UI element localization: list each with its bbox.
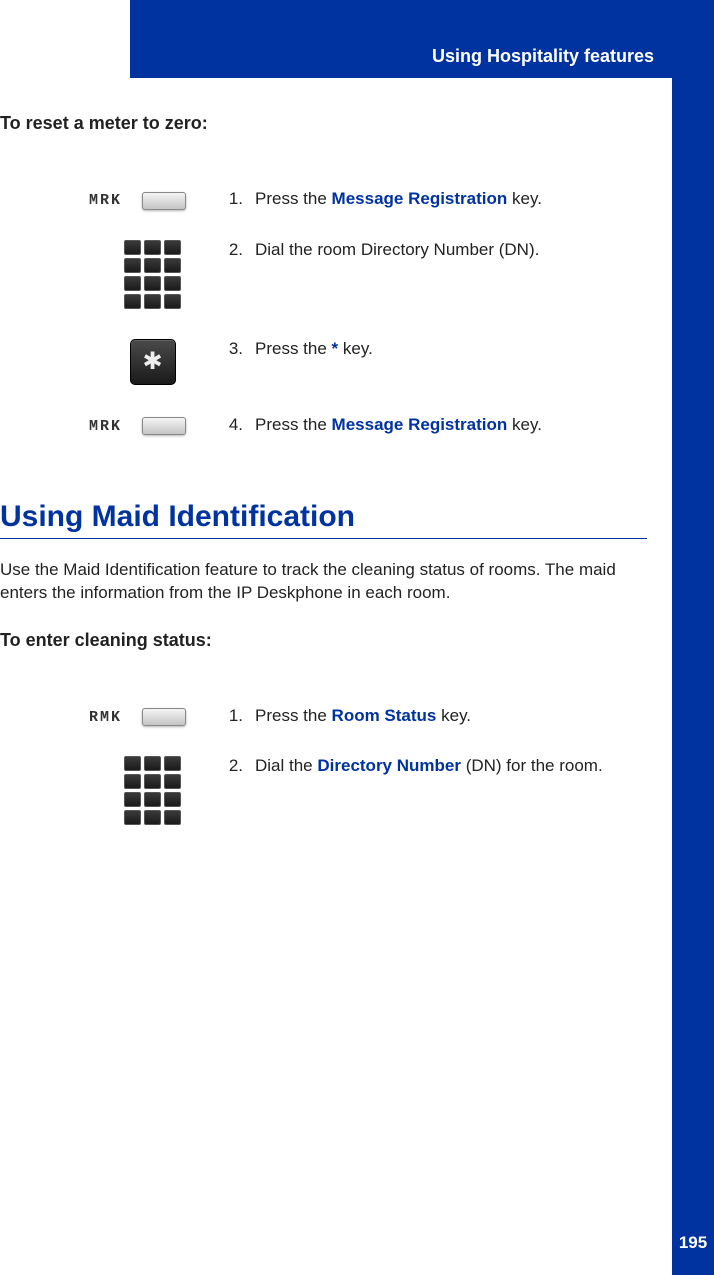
- step-number: 1.: [215, 174, 255, 225]
- step-text: Dial the Directory Number (DN) for the r…: [255, 741, 707, 840]
- step-row: 2. Dial the room Directory Number (DN).: [60, 225, 707, 324]
- step-row: MRK 1. Press the Message Registration ke…: [60, 174, 707, 225]
- steps-table-2: RMK 1. Press the Room Status key. 2. Dia…: [60, 691, 707, 841]
- step-text: Press the Message Registration key.: [255, 400, 707, 451]
- message-registration-key: Message Registration: [332, 189, 508, 208]
- step-number: 4.: [215, 400, 255, 451]
- step-number: 3.: [215, 324, 255, 400]
- section-heading: Using Maid Identification: [0, 500, 647, 539]
- step-row: MRK 4. Press the Message Registration ke…: [60, 400, 707, 451]
- step-row: RMK 1. Press the Room Status key.: [60, 691, 707, 742]
- step-text: Press the Message Registration key.: [255, 174, 707, 225]
- procedure-title-2: To enter cleaning status:: [0, 630, 647, 651]
- step-number: 2.: [215, 225, 255, 324]
- step-text: Dial the room Directory Number (DN).: [255, 225, 707, 324]
- keypad-icon: [124, 240, 181, 309]
- step-text: Press the Room Status key.: [255, 691, 707, 742]
- step-number: 1.: [215, 691, 255, 742]
- step-row: ✱ 3. Press the * key.: [60, 324, 707, 400]
- softkey-label: MRK: [89, 418, 122, 435]
- softkey-mrk: MRK: [89, 192, 186, 210]
- star-key-icon: ✱: [130, 339, 176, 385]
- step-text: Press the * key.: [255, 324, 707, 400]
- page-number: 195: [672, 1233, 714, 1253]
- room-status-key: Room Status: [332, 706, 437, 725]
- directory-number: Directory Number: [317, 756, 461, 775]
- softkey-label: MRK: [89, 192, 122, 209]
- keypad-icon: [124, 756, 181, 825]
- step-row: 2. Dial the Directory Number (DN) for th…: [60, 741, 707, 840]
- softkey-rmk: RMK: [89, 708, 186, 726]
- procedure-title-1: To reset a meter to zero:: [0, 113, 647, 134]
- chapter-title: Using Hospitality features: [432, 46, 654, 67]
- softkey-mrk: MRK: [89, 417, 186, 435]
- softkey-button-icon: [142, 417, 186, 435]
- steps-table-1: MRK 1. Press the Message Registration ke…: [60, 174, 707, 450]
- message-registration-key: Message Registration: [332, 415, 508, 434]
- softkey-button-icon: [142, 708, 186, 726]
- section-paragraph: Use the Maid Identification feature to t…: [0, 559, 647, 605]
- softkey-button-icon: [142, 192, 186, 210]
- softkey-label: RMK: [89, 709, 122, 726]
- step-number: 2.: [215, 741, 255, 840]
- page-content: To reset a meter to zero: MRK 1. Press t…: [0, 113, 672, 840]
